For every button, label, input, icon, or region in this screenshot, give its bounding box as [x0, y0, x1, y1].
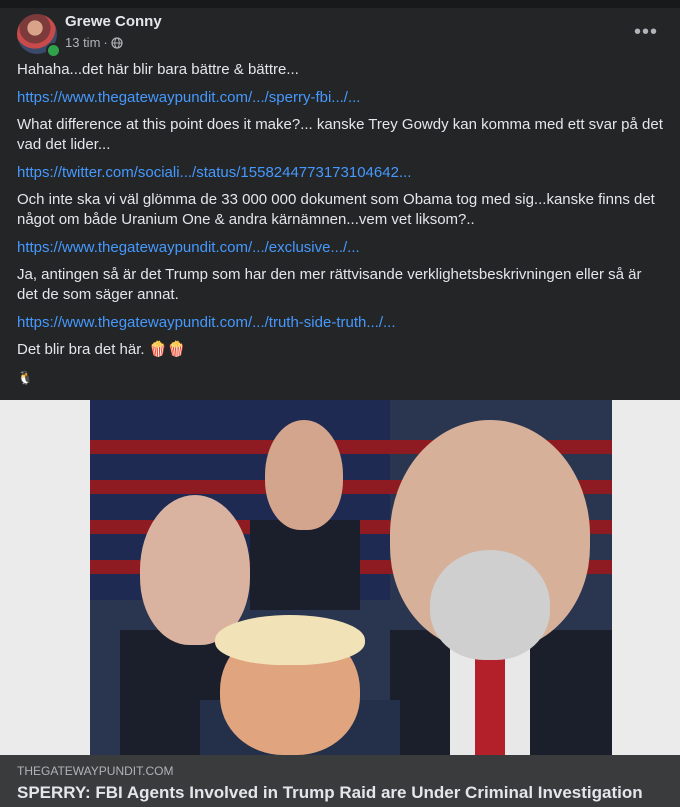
post-time[interactable]: 13 tim	[65, 35, 100, 50]
post-text: What difference at this point does it ma…	[17, 116, 663, 153]
post-link[interactable]: https://www.thegatewaypundit.com/.../spe…	[17, 88, 663, 108]
post-text: Och inte ska vi väl glömma de 33 000 000…	[17, 191, 655, 228]
more-options-icon[interactable]: •••	[634, 22, 658, 42]
preview-collage	[90, 400, 612, 755]
post-text: Det blir bra det här. 🍿🍿	[17, 341, 187, 358]
feed-post: Grewe Conny 13 tim · ••• Hahaha...det hä…	[0, 0, 680, 807]
link-preview-image[interactable]	[0, 400, 680, 755]
post-header: Grewe Conny 13 tim · •••	[0, 8, 680, 60]
post-link[interactable]: https://www.thegatewaypundit.com/.../exc…	[17, 238, 663, 258]
post-link[interactable]: https://www.thegatewaypundit.com/.../tru…	[17, 313, 663, 333]
penguin-emoji: 🐧	[17, 370, 34, 385]
globe-icon[interactable]	[111, 36, 123, 49]
link-headline[interactable]: SPERRY: FBI Agents Involved in Trump Rai…	[17, 782, 657, 807]
post-link[interactable]: https://twitter.com/sociali.../status/15…	[17, 163, 663, 183]
meta-separator: ·	[103, 35, 108, 50]
post-text: Ja, antingen så är det Trump som har den…	[17, 266, 642, 303]
post-body: Hahaha...det här blir bara bättre & bätt…	[0, 60, 680, 388]
feed-separator	[0, 0, 680, 8]
post-meta: 13 tim ·	[65, 35, 123, 50]
author-name[interactable]: Grewe Conny	[65, 13, 162, 30]
link-domain: THEGATEWAYPUNDIT.COM	[17, 764, 174, 778]
link-preview-footer[interactable]: THEGATEWAYPUNDIT.COM SPERRY: FBI Agents …	[0, 755, 680, 807]
post-text: Hahaha...det här blir bara bättre & bätt…	[17, 61, 299, 78]
online-indicator	[46, 43, 61, 58]
